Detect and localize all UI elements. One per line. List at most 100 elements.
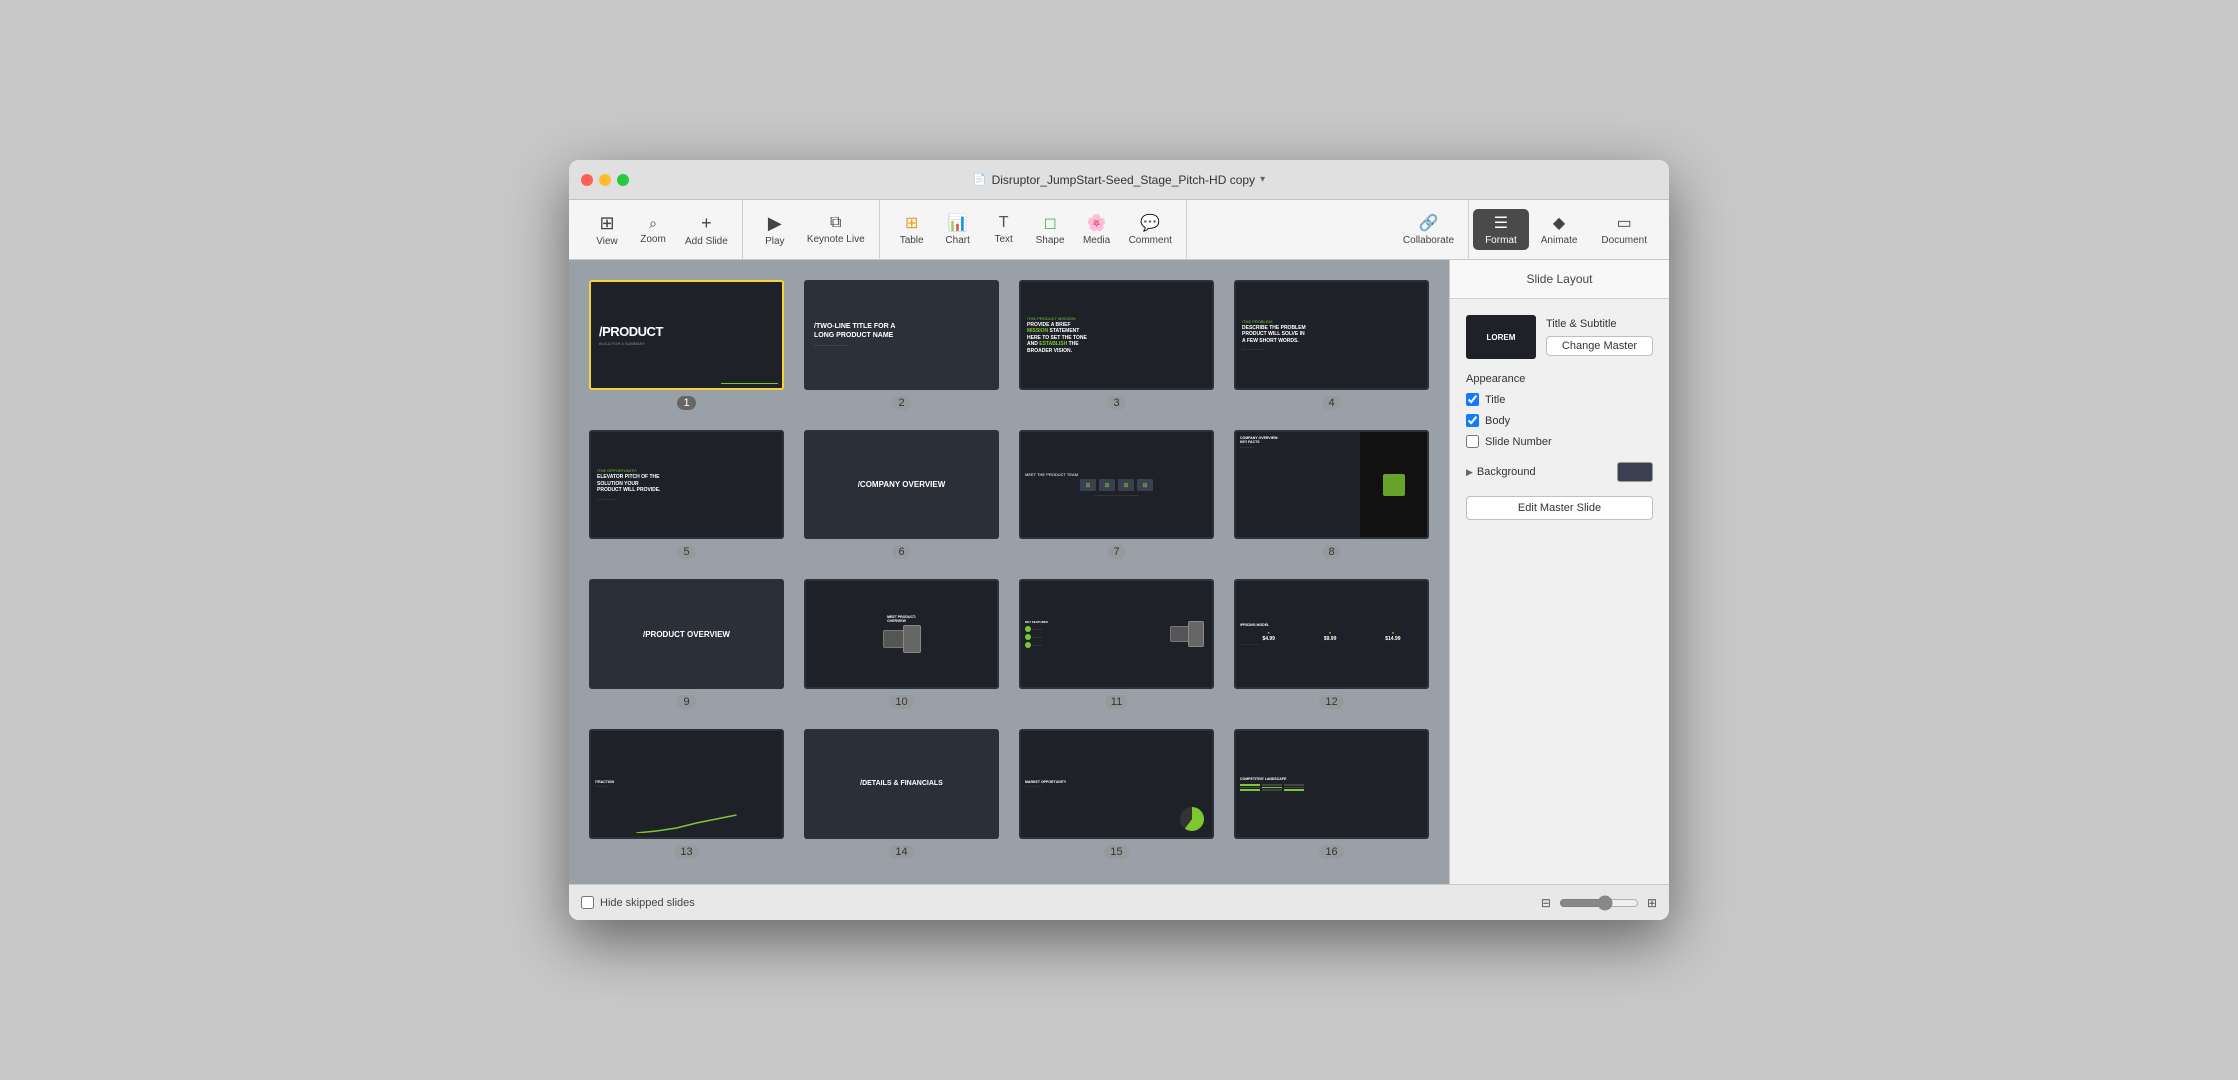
master-info: Title & Subtitle Change Master <box>1546 318 1653 356</box>
sidebar-header: Slide Layout <box>1450 260 1669 299</box>
slide-number-5: 5 <box>677 545 695 559</box>
slide-item-12[interactable]: /PRICING MODEL ● $4.99 ● $9.99 <box>1234 579 1429 709</box>
title-checkbox[interactable] <box>1466 393 1479 406</box>
slide-number-checkbox[interactable] <box>1466 435 1479 448</box>
master-name-label: Title & Subtitle <box>1546 318 1653 330</box>
slide-item-13[interactable]: /TRACTION ─ ─ ─ ─ ─ ─ 13 <box>589 729 784 859</box>
background-label: Background <box>1477 466 1536 478</box>
background-color-swatch[interactable] <box>1617 462 1653 482</box>
slide-number-7: 7 <box>1107 545 1125 559</box>
media-button[interactable]: 🌸 Media <box>1075 209 1119 250</box>
slide-thumb-11[interactable]: KEY FEATURES ───── ───── ───── <box>1019 579 1214 689</box>
animate-button[interactable]: ◆ Animate <box>1529 209 1590 250</box>
slide-item-6[interactable]: /COMPANY OVERVIEW 6 <box>804 430 999 560</box>
bottom-bar: Hide skipped slides ⊟ ⊞ <box>569 884 1669 920</box>
slide-thumb-12[interactable]: /PRICING MODEL ● $4.99 ● $9.99 <box>1234 579 1429 689</box>
comment-button[interactable]: 💬 Comment <box>1121 209 1180 250</box>
fullscreen-button[interactable] <box>617 174 629 186</box>
slide-item-15[interactable]: MARKET OPPORTUNITY ─ ─ ─ ─ ─ ─ ─ 15 <box>1019 729 1214 859</box>
slide-thumb-15[interactable]: MARKET OPPORTUNITY ─ ─ ─ ─ ─ ─ ─ <box>1019 729 1214 839</box>
zoom-button[interactable]: ⌕ Zoom <box>631 211 675 249</box>
slides-grid: /PRODUCT BUILD FOR A SUMMARY 1 /TWO-LINE… <box>589 280 1429 859</box>
slide-item-11[interactable]: KEY FEATURES ───── ───── ───── 11 <box>1019 579 1214 709</box>
title-checkbox-label: Title <box>1485 394 1505 406</box>
animate-label: Animate <box>1541 235 1578 246</box>
change-master-button[interactable]: Change Master <box>1546 336 1653 356</box>
chart-button[interactable]: 📊 Chart <box>936 209 980 250</box>
slide-item-3[interactable]: /THE PRODUCT MISSION: PROVIDE A BRIEFMIS… <box>1019 280 1214 410</box>
slide-thumb-1[interactable]: /PRODUCT BUILD FOR A SUMMARY <box>589 280 784 390</box>
media-icon: 🌸 <box>1087 213 1107 233</box>
format-button[interactable]: ☰ Format <box>1473 209 1529 250</box>
shape-icon: ◻ <box>1043 213 1056 233</box>
slide-thumb-5[interactable]: /THE OPPORTUNITY: ELEVATOR PITCH OF THES… <box>589 430 784 540</box>
slide-item-10[interactable]: MEET PRODUCT:OVERVIEW 10 <box>804 579 999 709</box>
slide-thumb-13[interactable]: /TRACTION ─ ─ ─ ─ ─ ─ <box>589 729 784 839</box>
slide-item-4[interactable]: /THE PROBLEM: DESCRIBE THE PROBLEMPRODUC… <box>1234 280 1429 410</box>
edit-master-slide-button[interactable]: Edit Master Slide <box>1466 496 1653 520</box>
appearance-section: Appearance Title Body Slide Number <box>1466 373 1653 448</box>
window-title: Disruptor_JumpStart-Seed_Stage_Pitch-HD … <box>992 173 1255 187</box>
slide-item-16[interactable]: COMPETITIVE LANDSCAPE 16 <box>1234 729 1429 859</box>
slide-item-1[interactable]: /PRODUCT BUILD FOR A SUMMARY 1 <box>589 280 784 410</box>
play-button[interactable]: ▶ Play <box>753 209 797 251</box>
format-icon: ☰ <box>1494 213 1508 233</box>
slide-thumb-10[interactable]: MEET PRODUCT:OVERVIEW <box>804 579 999 689</box>
slide-thumb-6[interactable]: /COMPANY OVERVIEW <box>804 430 999 540</box>
slide-thumb-14[interactable]: /DETAILS & FINANCIALS <box>804 729 999 839</box>
slide-thumb-9[interactable]: /PRODUCT OVERVIEW <box>589 579 784 689</box>
slide-item-8[interactable]: COMPANY OVERVIEW:KEY FACTS ─ ─ ─ ─ ─ ─ 8 <box>1234 430 1429 560</box>
view-button[interactable]: ⊞ View <box>585 209 629 251</box>
minimize-button[interactable] <box>599 174 611 186</box>
format-label: Format <box>1485 235 1517 246</box>
add-slide-button[interactable]: + Add Slide <box>677 209 736 251</box>
slide-thumb-4[interactable]: /THE PROBLEM: DESCRIBE THE PROBLEMPRODUC… <box>1234 280 1429 390</box>
play-label: Play <box>765 236 784 247</box>
zoom-in-icon: ⊞ <box>1647 896 1657 910</box>
zoom-slider[interactable] <box>1559 895 1639 911</box>
shape-button[interactable]: ◻ Shape <box>1028 209 1073 250</box>
window-title-area: 📄 Disruptor_JumpStart-Seed_Stage_Pitch-H… <box>973 173 1265 187</box>
document-label: Document <box>1601 235 1647 246</box>
slide-item-14[interactable]: /DETAILS & FINANCIALS 14 <box>804 729 999 859</box>
view-icon: ⊞ <box>599 213 614 234</box>
slide-item-2[interactable]: /TWO-LINE TITLE FOR ALONG PRODUCT NAME ─… <box>804 280 999 410</box>
slide-number-4: 4 <box>1322 396 1340 410</box>
slide-item-7[interactable]: MEET THE PRODUCT TEAM ⊞ ⊞ ⊞ ⊞ ──────── ─… <box>1019 430 1214 560</box>
view-label: View <box>596 236 618 247</box>
slide-thumb-8[interactable]: COMPANY OVERVIEW:KEY FACTS ─ ─ ─ ─ ─ ─ <box>1234 430 1429 540</box>
keynote-live-label: Keynote Live <box>807 234 865 245</box>
document-button[interactable]: ▭ Document <box>1589 209 1659 250</box>
master-thumbnail: LOREM <box>1466 315 1536 359</box>
slide-thumb-7[interactable]: MEET THE PRODUCT TEAM ⊞ ⊞ ⊞ ⊞ ──────── ─… <box>1019 430 1214 540</box>
traffic-lights <box>569 174 629 186</box>
text-button[interactable]: T Text <box>982 210 1026 249</box>
background-toggle[interactable]: ▶ Background <box>1466 466 1536 478</box>
appearance-label: Appearance <box>1466 373 1653 385</box>
app-window: 📄 Disruptor_JumpStart-Seed_Stage_Pitch-H… <box>569 160 1669 920</box>
sidebar-header-label: Slide Layout <box>1526 272 1592 286</box>
slide-thumb-16[interactable]: COMPETITIVE LANDSCAPE <box>1234 729 1429 839</box>
comment-label: Comment <box>1129 235 1172 246</box>
text-icon: T <box>999 214 1009 232</box>
slide-thumb-3[interactable]: /THE PRODUCT MISSION: PROVIDE A BRIEFMIS… <box>1019 280 1214 390</box>
table-icon: ⊞ <box>905 213 918 233</box>
slides-panel[interactable]: /PRODUCT BUILD FOR A SUMMARY 1 /TWO-LINE… <box>569 260 1449 884</box>
body-checkbox[interactable] <box>1466 414 1479 427</box>
zoom-out-icon: ⊟ <box>1541 896 1551 910</box>
hide-skipped-checkbox[interactable] <box>581 896 594 909</box>
keynote-live-button[interactable]: ⧉ Keynote Live <box>799 210 873 249</box>
slide-item-5[interactable]: /THE OPPORTUNITY: ELEVATOR PITCH OF THES… <box>589 430 784 560</box>
insert-group: ⊞ Table 📊 Chart T Text ◻ Shape 🌸 Media 💬 <box>884 200 1187 259</box>
right-toolbar: ☰ Format ◆ Animate ▭ Document <box>1473 209 1659 250</box>
title-chevron-icon: ▾ <box>1260 174 1265 185</box>
chart-label: Chart <box>945 235 969 246</box>
slide-item-9[interactable]: /PRODUCT OVERVIEW 9 <box>589 579 784 709</box>
collaborate-button[interactable]: 🔗 Collaborate <box>1395 209 1462 250</box>
slide-thumb-2[interactable]: /TWO-LINE TITLE FOR ALONG PRODUCT NAME ─… <box>804 280 999 390</box>
slide-number-11: 11 <box>1105 695 1128 709</box>
slide-number-checkbox-row: Slide Number <box>1466 435 1653 448</box>
close-button[interactable] <box>581 174 593 186</box>
zoom-label: Zoom <box>640 234 666 245</box>
table-button[interactable]: ⊞ Table <box>890 209 934 250</box>
